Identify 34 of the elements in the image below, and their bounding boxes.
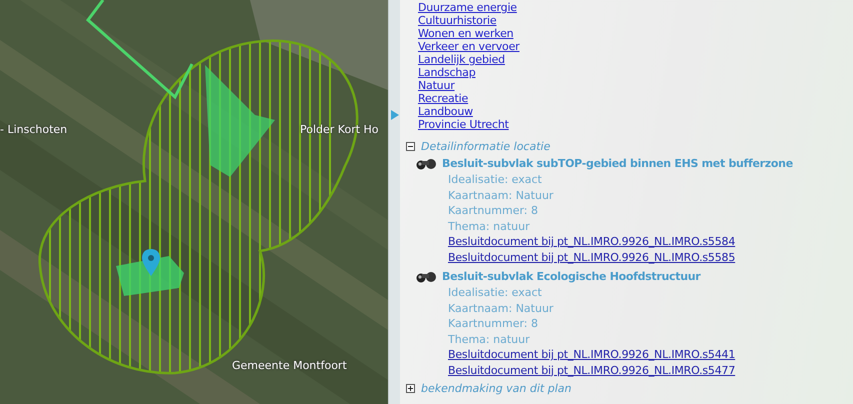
theme-link[interactable]: Verkeer en vervoer <box>418 40 520 53</box>
theme-link[interactable]: Recreatie <box>418 92 468 105</box>
place-label: Polder Kort Ho <box>300 123 379 136</box>
theme-link[interactable]: Wonen en werken <box>418 27 514 40</box>
item-title: Besluit-subvlak subTOP-gebied binnen EHS met bufferzone <box>442 156 793 172</box>
attribute-text: Idealisatie: exact <box>448 285 542 300</box>
attribute-text: Thema: natuur <box>448 218 530 234</box>
item-title: Besluit-subvlak Ecologische Hoofdstructuur <box>442 269 700 285</box>
theme-link[interactable]: Landbouw <box>418 105 473 118</box>
attribute-text: Kaartnaam: Natuur <box>448 188 554 203</box>
map-pin-icon <box>142 249 160 277</box>
section-title: Detailinformatie locatie <box>421 140 550 153</box>
attribute-text: Kaartnummer: 8 <box>448 316 538 332</box>
theme-link[interactable]: Provincie Utrecht <box>418 118 509 131</box>
collapse-icon[interactable] <box>406 142 415 151</box>
attribute-text: Kaartnaam: Natuur <box>448 300 554 316</box>
theme-link[interactable]: Landschap <box>418 66 476 79</box>
document-link[interactable]: Besluitdocument bij pt_NL.IMRO.9926_NL.IMRO.s5477 <box>448 362 736 378</box>
document-link[interactable]: Besluitdocument bij pt_NL.IMRO.9926_NL.IMRO.s5584 <box>448 234 736 250</box>
expand-icon[interactable] <box>406 384 415 393</box>
theme-link[interactable]: Natuur <box>418 79 455 92</box>
attribute-text: Thema: natuur <box>448 332 530 347</box>
theme-link[interactable]: Duurzame energie <box>418 1 517 14</box>
document-link[interactable]: Besluitdocument bij pt_NL.IMRO.9926_NL.IMRO.s5585 <box>448 250 736 265</box>
binoculars-icon <box>416 271 438 283</box>
place-label: Gemeente Montfoort <box>232 359 347 372</box>
theme-link[interactable]: Landelijk gebied <box>418 53 505 66</box>
place-label: - Linschoten <box>0 123 68 136</box>
attribute-text: Kaartnummer: 8 <box>448 203 538 218</box>
theme-link[interactable]: Cultuurhistorie <box>418 14 496 27</box>
binoculars-icon <box>416 158 438 170</box>
section-title: bekendmaking van dit plan <box>421 382 572 395</box>
document-link[interactable]: Besluitdocument bij pt_NL.IMRO.9926_NL.IMRO.s5441 <box>448 347 736 362</box>
attribute-text: Idealisatie: exact <box>448 172 542 188</box>
